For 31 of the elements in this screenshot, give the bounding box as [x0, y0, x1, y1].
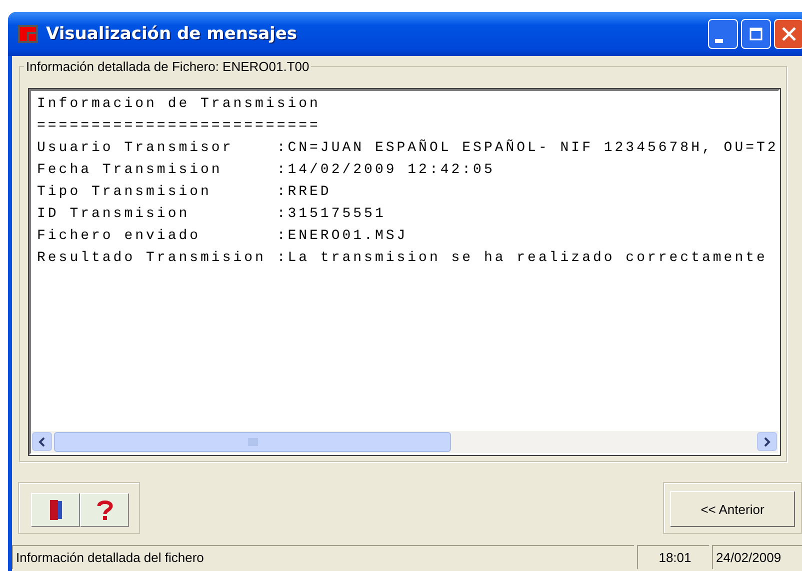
maximize-icon: [749, 27, 763, 41]
text-line: Tipo Transmision :RRED: [37, 183, 332, 202]
close-button[interactable]: [774, 19, 802, 49]
scroll-thumb[interactable]: [54, 432, 451, 452]
previous-button[interactable]: << Anterior: [670, 491, 795, 527]
status-text: Información detallada del fichero: [12, 545, 634, 569]
grip-icon: [248, 438, 258, 446]
scroll-right-button[interactable]: [757, 432, 778, 451]
group-legend: Información detallada de Fichero: ENERO01.T00: [24, 59, 312, 74]
text-line: Fecha Transmision :14/02/2009 12:42:05: [37, 161, 496, 180]
text-line: ID Transmision :315175551: [37, 205, 387, 224]
maximize-button[interactable]: [741, 19, 771, 49]
exit-door-button[interactable]: [31, 493, 80, 527]
text-line: ==========================: [37, 117, 322, 136]
status-date: 24/02/2009: [712, 545, 802, 569]
app-logo-icon: [18, 25, 38, 43]
minimize-button[interactable]: [708, 19, 738, 49]
question-mark-icon: [94, 498, 114, 522]
help-button[interactable]: [80, 493, 129, 527]
status-time: 18:01: [637, 545, 709, 569]
window-title: Visualización de mensajes: [46, 24, 298, 44]
text-line: Resultado Transmision :La transmision se ha realizado correctamente: [37, 249, 768, 268]
text-line: Fichero enviado :ENERO01.MSJ: [37, 227, 409, 246]
chevron-left-icon: [38, 436, 46, 446]
chevron-right-icon: [763, 436, 772, 446]
text-line: Usuario Transmisor :CN=JUAN ESPAÑOL ESPAÑOL- NIF 12345678H, OU=T2: [37, 138, 778, 158]
close-icon: [781, 26, 797, 42]
text-line: Informacion de Transmision: [37, 95, 322, 114]
horizontal-scrollbar[interactable]: [31, 431, 778, 453]
scroll-left-button[interactable]: [32, 432, 52, 451]
minimize-icon: [715, 39, 723, 43]
